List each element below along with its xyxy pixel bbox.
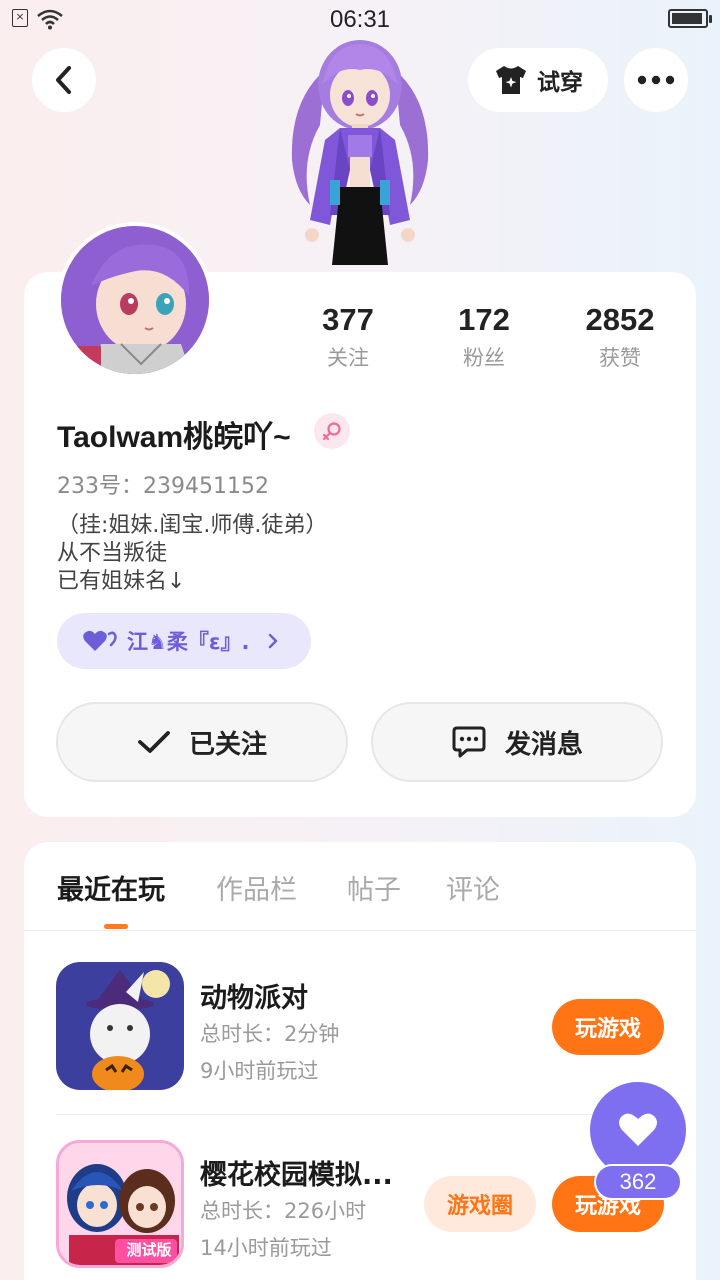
game-duration: 总时长：2分钟 (200, 1022, 340, 1046)
tab-indicator (104, 924, 128, 929)
tab-posts[interactable]: 帖子 (347, 868, 401, 907)
check-icon (138, 731, 170, 753)
bio-line: 从不当叛徒 (57, 541, 168, 566)
stat-label: 关注 (327, 346, 369, 370)
tab-works[interactable]: 作品栏 (216, 868, 297, 907)
bio-line: 已有姐妹名↓ (57, 569, 186, 594)
like-count: 362 (594, 1164, 682, 1200)
game-last-played: 9小时前玩过 (200, 1059, 319, 1083)
chevron-left-icon (56, 66, 71, 94)
stat-label: 获赞 (599, 346, 641, 370)
chevron-right-icon (268, 633, 277, 649)
avatar-image (61, 226, 209, 374)
tab-recently-played[interactable]: 最近在玩 (57, 868, 165, 907)
tab-comments[interactable]: 评论 (446, 868, 500, 907)
divider (56, 1114, 664, 1115)
chat-bubble-icon (452, 726, 486, 758)
game-duration: 总时长：226小时 (200, 1199, 367, 1223)
username: Taolwam桃皖吖~ (57, 421, 291, 454)
stat-followers[interactable]: 172 粉丝 (416, 300, 552, 372)
game-circle-button[interactable]: 游戏圈 (424, 1176, 536, 1232)
game-badge: 测试版 (126, 1241, 172, 1259)
game-icon[interactable]: 测试版 (56, 1140, 184, 1268)
game-thumbnail (56, 962, 184, 1090)
try-on-label: 试穿 (537, 70, 583, 96)
stat-likes[interactable]: 2852 获赞 (552, 300, 688, 372)
stat-value: 172 (458, 302, 510, 337)
stat-value: 377 (322, 302, 374, 337)
avatar-figure[interactable] (270, 30, 450, 275)
friend-chip[interactable]: 江♞柔『ε』. (57, 613, 311, 669)
game-icon[interactable] (56, 962, 184, 1090)
heart-icon (619, 1113, 657, 1146)
message-button-label: 发消息 (504, 729, 583, 760)
stat-following[interactable]: 377 关注 (280, 300, 416, 372)
game-title[interactable]: 樱花校园模拟... (200, 1153, 393, 1192)
female-icon (314, 413, 350, 449)
bio-line: （挂:姐妹.闺宝.师傅.徒弟） (57, 513, 328, 538)
bio: （挂:姐妹.闺宝.师傅.徒弟） 从不当叛徒 已有姐妹名↓ (57, 512, 327, 596)
double-heart-icon (83, 630, 117, 651)
battery-icon (668, 9, 712, 28)
friend-chip-label: 江♞柔『ε』. (127, 630, 250, 654)
message-button[interactable]: 发消息 (371, 702, 663, 782)
try-on-button[interactable]: 试穿 (468, 48, 608, 112)
stat-value: 2852 (585, 302, 655, 337)
game-title[interactable]: 动物派对 (200, 976, 308, 1015)
more-button[interactable] (624, 48, 688, 112)
avatar[interactable] (57, 222, 213, 378)
divider (24, 930, 696, 931)
game-last-played: 14小时前玩过 (200, 1236, 332, 1260)
follow-button-label: 已关注 (188, 729, 267, 760)
more-horizontal-icon (637, 75, 675, 85)
shirt-sparkle-icon (496, 66, 526, 94)
stat-label: 粉丝 (463, 346, 505, 370)
follow-button[interactable]: 已关注 (56, 702, 348, 782)
play-game-button[interactable]: 玩游戏 (552, 999, 664, 1055)
back-button[interactable] (32, 48, 96, 112)
user-id: 233号：239451152 (57, 474, 269, 499)
